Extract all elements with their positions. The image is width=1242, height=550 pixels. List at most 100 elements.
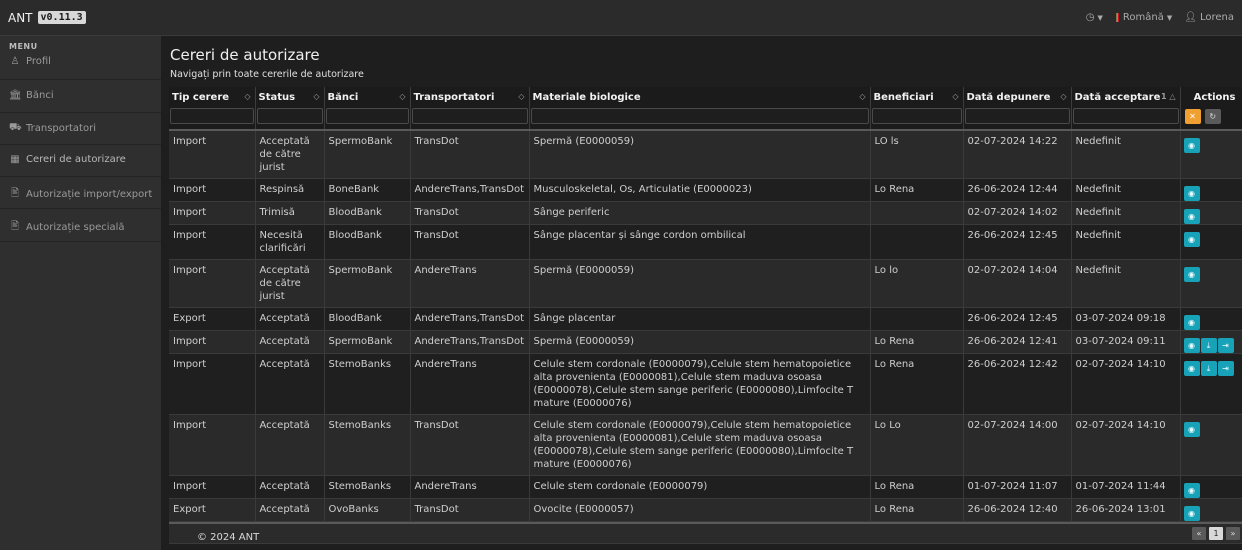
truck-icon: ⛟ [9, 122, 22, 133]
next-page-button[interactable]: » [1226, 527, 1240, 540]
cell-data-acceptare: 03-07-2024 09:11 [1071, 330, 1181, 354]
sidebar-item-profil[interactable]: ♙ Profil [9, 56, 51, 67]
sidebar-item-banci[interactable]: 🏛︎ Bănci [9, 90, 54, 101]
cell-status: Acceptată [255, 353, 325, 415]
table-row: Export Acceptată BloodBank AndereTrans,Tran… [169, 307, 1242, 331]
cell-transportatori: TransDot [410, 498, 530, 522]
filter-input-transportatori[interactable] [411, 108, 528, 124]
filter-cell [255, 107, 325, 131]
view-button[interactable]: ◉ [1183, 315, 1200, 330]
document-icon: 🖹︎ [10, 188, 20, 199]
cell-status: Acceptată de către jurist [255, 130, 325, 179]
sidebar-item-autorizatie-import-export[interactable]: 🖹︎ Autorizație import/export [9, 186, 152, 203]
page-title: Cereri de autorizare [170, 46, 320, 64]
table-row: Import Respinsă BoneBank AndereTrans,TransD… [169, 178, 1242, 202]
cell-transportatori: TransDot [410, 224, 530, 260]
view-button[interactable]: ◉ [1183, 186, 1200, 201]
view-button[interactable]: ◉ [1183, 483, 1200, 498]
column-header-tip-cerere[interactable]: Tip cerere ◇ [169, 87, 256, 107]
sidebar-item-label: Transportatori [26, 123, 96, 134]
cell-beneficiari: Lo Rena [870, 498, 964, 522]
page-1-button[interactable]: 1 [1209, 527, 1223, 540]
table-row: Import Acceptată de către jurist SpermoBan… [169, 259, 1242, 308]
cell-data-depunere: 02-07-2024 14:22 [963, 130, 1072, 179]
cell-data-acceptare: 26-06-2024 13:01 [1071, 498, 1181, 522]
sidebar-item-transportatori[interactable]: ⛟ Transportatori [9, 122, 96, 135]
cell-data-acceptare: 02-07-2024 14:10 [1071, 414, 1181, 476]
column-header-label: Materiale biologice [532, 91, 641, 103]
column-header-status[interactable]: Status ◇ [255, 87, 325, 107]
column-header-label: Actions [1193, 91, 1236, 103]
clock-dropdown[interactable]: ◷ ▼ [1086, 12, 1103, 23]
cell-beneficiari [870, 307, 964, 331]
column-header-beneficiari[interactable]: Beneficiari ◇ [870, 87, 964, 107]
cell-materiale-biologice: Celule stem cordonale (E0000079),Celule … [529, 353, 871, 415]
view-button[interactable]: ◉ [1183, 209, 1200, 224]
column-header-banci[interactable]: Bănci ◇ [324, 87, 411, 107]
cell-beneficiari: Lo lo [870, 259, 964, 308]
cell-tip-cerere: Import [169, 353, 256, 415]
cell-status: Acceptată [255, 475, 325, 499]
export-button[interactable]: ⇥ [1217, 361, 1234, 376]
refresh-button[interactable]: ↻ [1204, 109, 1221, 124]
filter-input-beneficiari[interactable] [871, 108, 962, 124]
filter-input-status[interactable] [256, 108, 323, 124]
sidebar-item-cereri-de-autorizare[interactable]: ▦ Cereri de autorizare [9, 154, 125, 165]
cell-data-depunere: 26-06-2024 12:40 [963, 498, 1072, 522]
view-button[interactable]: ◉ [1183, 138, 1200, 153]
language-dropdown[interactable]: Română ▼ [1114, 12, 1172, 23]
download-icon: ⤓ [1206, 364, 1211, 373]
cell-beneficiari: Lo Rena [870, 475, 964, 499]
cell-transportatori: TransDot [410, 130, 530, 179]
cell-transportatori: AndereTrans [410, 259, 530, 308]
sidebar-item-autorizatie-speciala[interactable]: 🖹︎ Autorizație specială [9, 219, 125, 236]
column-header-data-depunere[interactable]: Dată depunere ◇ [963, 87, 1072, 107]
app-brand[interactable]: ANT v0.11.3 [0, 11, 86, 25]
cell-tip-cerere: Import [169, 130, 256, 179]
row-actions: ◉ [1180, 130, 1242, 179]
filter-input-data-depunere[interactable] [964, 108, 1070, 124]
filter-cell [324, 107, 411, 131]
filter-cell [410, 107, 530, 131]
sort-icon: ◇ [313, 92, 320, 101]
cell-data-depunere: 02-07-2024 14:04 [963, 259, 1072, 308]
user-menu[interactable]: 👤︎ Lorena [1184, 12, 1234, 23]
cell-transportatori: AndereTrans,TransDot [410, 330, 530, 354]
cell-banci: StemoBanks [324, 475, 411, 499]
cell-data-depunere: 26-06-2024 12:42 [963, 353, 1072, 415]
cell-tip-cerere: Import [169, 224, 256, 260]
filter-input-tip-cerere[interactable] [170, 108, 254, 124]
column-header-data-acceptare[interactable]: Dată acceptare 1 △ [1071, 87, 1181, 107]
column-header-label: Status [258, 91, 296, 103]
table-row: Import Necesită clarificări BloodBank Trans… [169, 224, 1242, 260]
sidebar-divider [0, 208, 161, 209]
column-header-transportatori[interactable]: Transportatori ◇ [410, 87, 530, 107]
download-button[interactable]: ⤓ [1200, 338, 1217, 353]
download-icon: ⤓ [1206, 341, 1211, 350]
cell-banci: SpermoBank [324, 330, 411, 354]
filter-input-banci[interactable] [325, 108, 409, 124]
requests-table: Tip cerere ◇ Status ◇ Bănci ◇ Transportator… [169, 87, 1242, 522]
cell-materiale-biologice: Spermă (E0000059) [529, 330, 871, 354]
column-header-label: Beneficiari [873, 91, 934, 103]
cell-banci: BloodBank [324, 201, 411, 225]
download-button[interactable]: ⤓ [1200, 361, 1217, 376]
prev-page-button[interactable]: « [1192, 527, 1206, 540]
view-button[interactable]: ◉ [1183, 506, 1200, 521]
view-button[interactable]: ◉ [1183, 232, 1200, 247]
cell-banci: StemoBanks [324, 353, 411, 415]
column-header-materiale-biologice[interactable]: Materiale biologice ◇ [529, 87, 871, 107]
view-button[interactable]: ◉ [1183, 338, 1200, 353]
eye-icon: ◉ [1188, 212, 1195, 221]
view-button[interactable]: ◉ [1183, 267, 1200, 282]
filter-input-data-acceptare[interactable] [1072, 108, 1179, 124]
eye-icon: ◉ [1188, 270, 1195, 279]
export-button[interactable]: ⇥ [1217, 338, 1234, 353]
view-button[interactable]: ◉ [1183, 361, 1200, 376]
sidebar-item-label: Autorizație import/export [26, 189, 153, 200]
filter-input-materiale-biologice[interactable] [530, 108, 869, 124]
cell-beneficiari: LO ls [870, 130, 964, 179]
view-button[interactable]: ◉ [1183, 422, 1200, 437]
clear-filters-button[interactable]: ✕ [1184, 109, 1201, 124]
sort-icon: ◇ [518, 92, 525, 101]
